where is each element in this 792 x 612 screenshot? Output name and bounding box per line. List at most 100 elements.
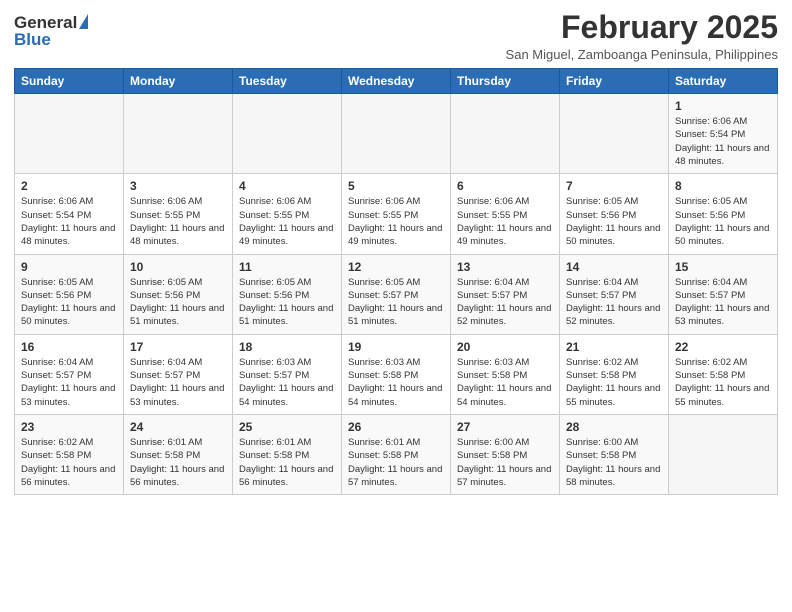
day-info: Sunrise: 6:05 AM Sunset: 5:56 PM Dayligh… bbox=[566, 195, 662, 248]
calendar-cell: 12Sunrise: 6:05 AM Sunset: 5:57 PM Dayli… bbox=[342, 254, 451, 334]
calendar-cell: 14 Sunrise: 6:04 AM Sunset: 5:57 PM Dayli… bbox=[560, 254, 669, 334]
calendar-cell bbox=[669, 414, 778, 494]
day-info: Sunrise: 6:02 AM Sunset: 5:58 PM Dayligh… bbox=[566, 356, 662, 409]
calendar-cell bbox=[451, 94, 560, 174]
calendar-cell: 3 Sunrise: 6:06 AM Sunset: 5:55 PM Daylig… bbox=[124, 174, 233, 254]
calendar-cell: 2Sunrise: 6:06 AM Sunset: 5:54 PM Daylig… bbox=[15, 174, 124, 254]
calendar-table: Sunday Monday Tuesday Wednesday Thursday… bbox=[14, 68, 778, 495]
day-number: 3 bbox=[130, 179, 226, 193]
header: General Blue February 2025 San Miguel, Z… bbox=[14, 10, 778, 62]
calendar-cell: 25 Sunrise: 6:01 AM Sunset: 5:58 PM Dayli… bbox=[233, 414, 342, 494]
calendar-week-0: 1 Sunrise: 6:06 AM Sunset: 5:54 PM Daylig… bbox=[15, 94, 778, 174]
day-number: 21 bbox=[566, 340, 662, 354]
day-number: 10 bbox=[130, 260, 226, 274]
day-info: Sunrise: 6:05 AM Sunset: 5:56 PM Dayligh… bbox=[239, 276, 335, 329]
day-info: Sunrise: 6:06 AM Sunset: 5:55 PM Dayligh… bbox=[457, 195, 553, 248]
calendar-cell: 11 Sunrise: 6:05 AM Sunset: 5:56 PM Dayli… bbox=[233, 254, 342, 334]
calendar-cell: 13Sunrise: 6:04 AM Sunset: 5:57 PM Dayli… bbox=[451, 254, 560, 334]
day-number: 19 bbox=[348, 340, 444, 354]
col-saturday: Saturday bbox=[669, 69, 778, 94]
day-number: 22 bbox=[675, 340, 771, 354]
calendar-cell: 1 Sunrise: 6:06 AM Sunset: 5:54 PM Daylig… bbox=[669, 94, 778, 174]
day-info: Sunrise: 6:01 AM Sunset: 5:58 PM Dayligh… bbox=[348, 436, 444, 489]
day-info: Sunrise: 6:05 AM Sunset: 5:56 PM Dayligh… bbox=[130, 276, 226, 329]
calendar-cell: 26 Sunrise: 6:01 AM Sunset: 5:58 PM Dayli… bbox=[342, 414, 451, 494]
calendar-cell: 24Sunrise: 6:01 AM Sunset: 5:58 PM Dayli… bbox=[124, 414, 233, 494]
calendar-cell: 22Sunrise: 6:02 AM Sunset: 5:58 PM Dayli… bbox=[669, 334, 778, 414]
day-info: Sunrise: 6:01 AM Sunset: 5:58 PM Dayligh… bbox=[130, 436, 226, 489]
col-thursday: Thursday bbox=[451, 69, 560, 94]
day-number: 15 bbox=[675, 260, 771, 274]
calendar-cell: 28Sunrise: 6:00 AM Sunset: 5:58 PM Dayli… bbox=[560, 414, 669, 494]
calendar-cell: 9 Sunrise: 6:05 AM Sunset: 5:56 PM Daylig… bbox=[15, 254, 124, 334]
day-number: 25 bbox=[239, 420, 335, 434]
day-info: Sunrise: 6:04 AM Sunset: 5:57 PM Dayligh… bbox=[21, 356, 117, 409]
day-info: Sunrise: 6:05 AM Sunset: 5:56 PM Dayligh… bbox=[675, 195, 771, 248]
calendar-week-3: 16 Sunrise: 6:04 AM Sunset: 5:57 PM Dayli… bbox=[15, 334, 778, 414]
day-number: 18 bbox=[239, 340, 335, 354]
subtitle: San Miguel, Zamboanga Peninsula, Philipp… bbox=[506, 47, 778, 62]
calendar-cell: 23 Sunrise: 6:02 AM Sunset: 5:58 PM Dayli… bbox=[15, 414, 124, 494]
calendar-cell bbox=[233, 94, 342, 174]
calendar-cell: 10 Sunrise: 6:05 AM Sunset: 5:56 PM Dayli… bbox=[124, 254, 233, 334]
calendar-week-2: 9 Sunrise: 6:05 AM Sunset: 5:56 PM Daylig… bbox=[15, 254, 778, 334]
logo-blue: Blue bbox=[14, 31, 51, 48]
title-block: February 2025 San Miguel, Zamboanga Peni… bbox=[506, 10, 778, 62]
calendar-cell: 27 Sunrise: 6:00 AM Sunset: 5:58 PM Dayli… bbox=[451, 414, 560, 494]
day-info: Sunrise: 6:03 AM Sunset: 5:58 PM Dayligh… bbox=[348, 356, 444, 409]
day-info: Sunrise: 6:03 AM Sunset: 5:58 PM Dayligh… bbox=[457, 356, 553, 409]
header-row: Sunday Monday Tuesday Wednesday Thursday… bbox=[15, 69, 778, 94]
day-info: Sunrise: 6:06 AM Sunset: 5:55 PM Dayligh… bbox=[348, 195, 444, 248]
day-number: 2 bbox=[21, 179, 117, 193]
calendar-cell bbox=[15, 94, 124, 174]
day-number: 1 bbox=[675, 99, 771, 113]
calendar-week-1: 2Sunrise: 6:06 AM Sunset: 5:54 PM Daylig… bbox=[15, 174, 778, 254]
calendar-cell: 16 Sunrise: 6:04 AM Sunset: 5:57 PM Dayli… bbox=[15, 334, 124, 414]
logo-general: General bbox=[14, 14, 77, 31]
day-number: 28 bbox=[566, 420, 662, 434]
calendar-cell: 6 Sunrise: 6:06 AM Sunset: 5:55 PM Daylig… bbox=[451, 174, 560, 254]
page: General Blue February 2025 San Miguel, Z… bbox=[0, 0, 792, 612]
day-info: Sunrise: 6:03 AM Sunset: 5:57 PM Dayligh… bbox=[239, 356, 335, 409]
day-number: 17 bbox=[130, 340, 226, 354]
day-info: Sunrise: 6:05 AM Sunset: 5:56 PM Dayligh… bbox=[21, 276, 117, 329]
day-number: 9 bbox=[21, 260, 117, 274]
calendar-cell: 15 Sunrise: 6:04 AM Sunset: 5:57 PM Dayli… bbox=[669, 254, 778, 334]
day-info: Sunrise: 6:05 AM Sunset: 5:57 PM Dayligh… bbox=[348, 276, 444, 329]
day-number: 23 bbox=[21, 420, 117, 434]
col-monday: Monday bbox=[124, 69, 233, 94]
calendar-cell: 17Sunrise: 6:04 AM Sunset: 5:57 PM Dayli… bbox=[124, 334, 233, 414]
day-number: 26 bbox=[348, 420, 444, 434]
calendar-cell: 18 Sunrise: 6:03 AM Sunset: 5:57 PM Dayli… bbox=[233, 334, 342, 414]
calendar-cell: 21 Sunrise: 6:02 AM Sunset: 5:58 PM Dayli… bbox=[560, 334, 669, 414]
day-number: 7 bbox=[566, 179, 662, 193]
calendar-cell: 4Sunrise: 6:06 AM Sunset: 5:55 PM Daylig… bbox=[233, 174, 342, 254]
calendar-week-4: 23 Sunrise: 6:02 AM Sunset: 5:58 PM Dayli… bbox=[15, 414, 778, 494]
calendar-cell bbox=[124, 94, 233, 174]
day-number: 16 bbox=[21, 340, 117, 354]
day-number: 11 bbox=[239, 260, 335, 274]
day-info: Sunrise: 6:06 AM Sunset: 5:55 PM Dayligh… bbox=[130, 195, 226, 248]
day-info: Sunrise: 6:04 AM Sunset: 5:57 PM Dayligh… bbox=[457, 276, 553, 329]
calendar-cell: 5Sunrise: 6:06 AM Sunset: 5:55 PM Daylig… bbox=[342, 174, 451, 254]
col-sunday: Sunday bbox=[15, 69, 124, 94]
calendar-cell: 19 Sunrise: 6:03 AM Sunset: 5:58 PM Dayli… bbox=[342, 334, 451, 414]
calendar-cell bbox=[560, 94, 669, 174]
day-info: Sunrise: 6:04 AM Sunset: 5:57 PM Dayligh… bbox=[566, 276, 662, 329]
day-info: Sunrise: 6:00 AM Sunset: 5:58 PM Dayligh… bbox=[457, 436, 553, 489]
calendar-cell: 20 Sunrise: 6:03 AM Sunset: 5:58 PM Dayli… bbox=[451, 334, 560, 414]
day-number: 4 bbox=[239, 179, 335, 193]
day-info: Sunrise: 6:01 AM Sunset: 5:58 PM Dayligh… bbox=[239, 436, 335, 489]
day-info: Sunrise: 6:06 AM Sunset: 5:54 PM Dayligh… bbox=[675, 115, 771, 168]
day-number: 14 bbox=[566, 260, 662, 274]
day-number: 6 bbox=[457, 179, 553, 193]
day-number: 20 bbox=[457, 340, 553, 354]
col-tuesday: Tuesday bbox=[233, 69, 342, 94]
logo: General Blue bbox=[14, 14, 88, 48]
day-info: Sunrise: 6:02 AM Sunset: 5:58 PM Dayligh… bbox=[21, 436, 117, 489]
day-info: Sunrise: 6:04 AM Sunset: 5:57 PM Dayligh… bbox=[675, 276, 771, 329]
calendar-cell: 8 Sunrise: 6:05 AM Sunset: 5:56 PM Daylig… bbox=[669, 174, 778, 254]
day-number: 8 bbox=[675, 179, 771, 193]
day-number: 27 bbox=[457, 420, 553, 434]
col-friday: Friday bbox=[560, 69, 669, 94]
